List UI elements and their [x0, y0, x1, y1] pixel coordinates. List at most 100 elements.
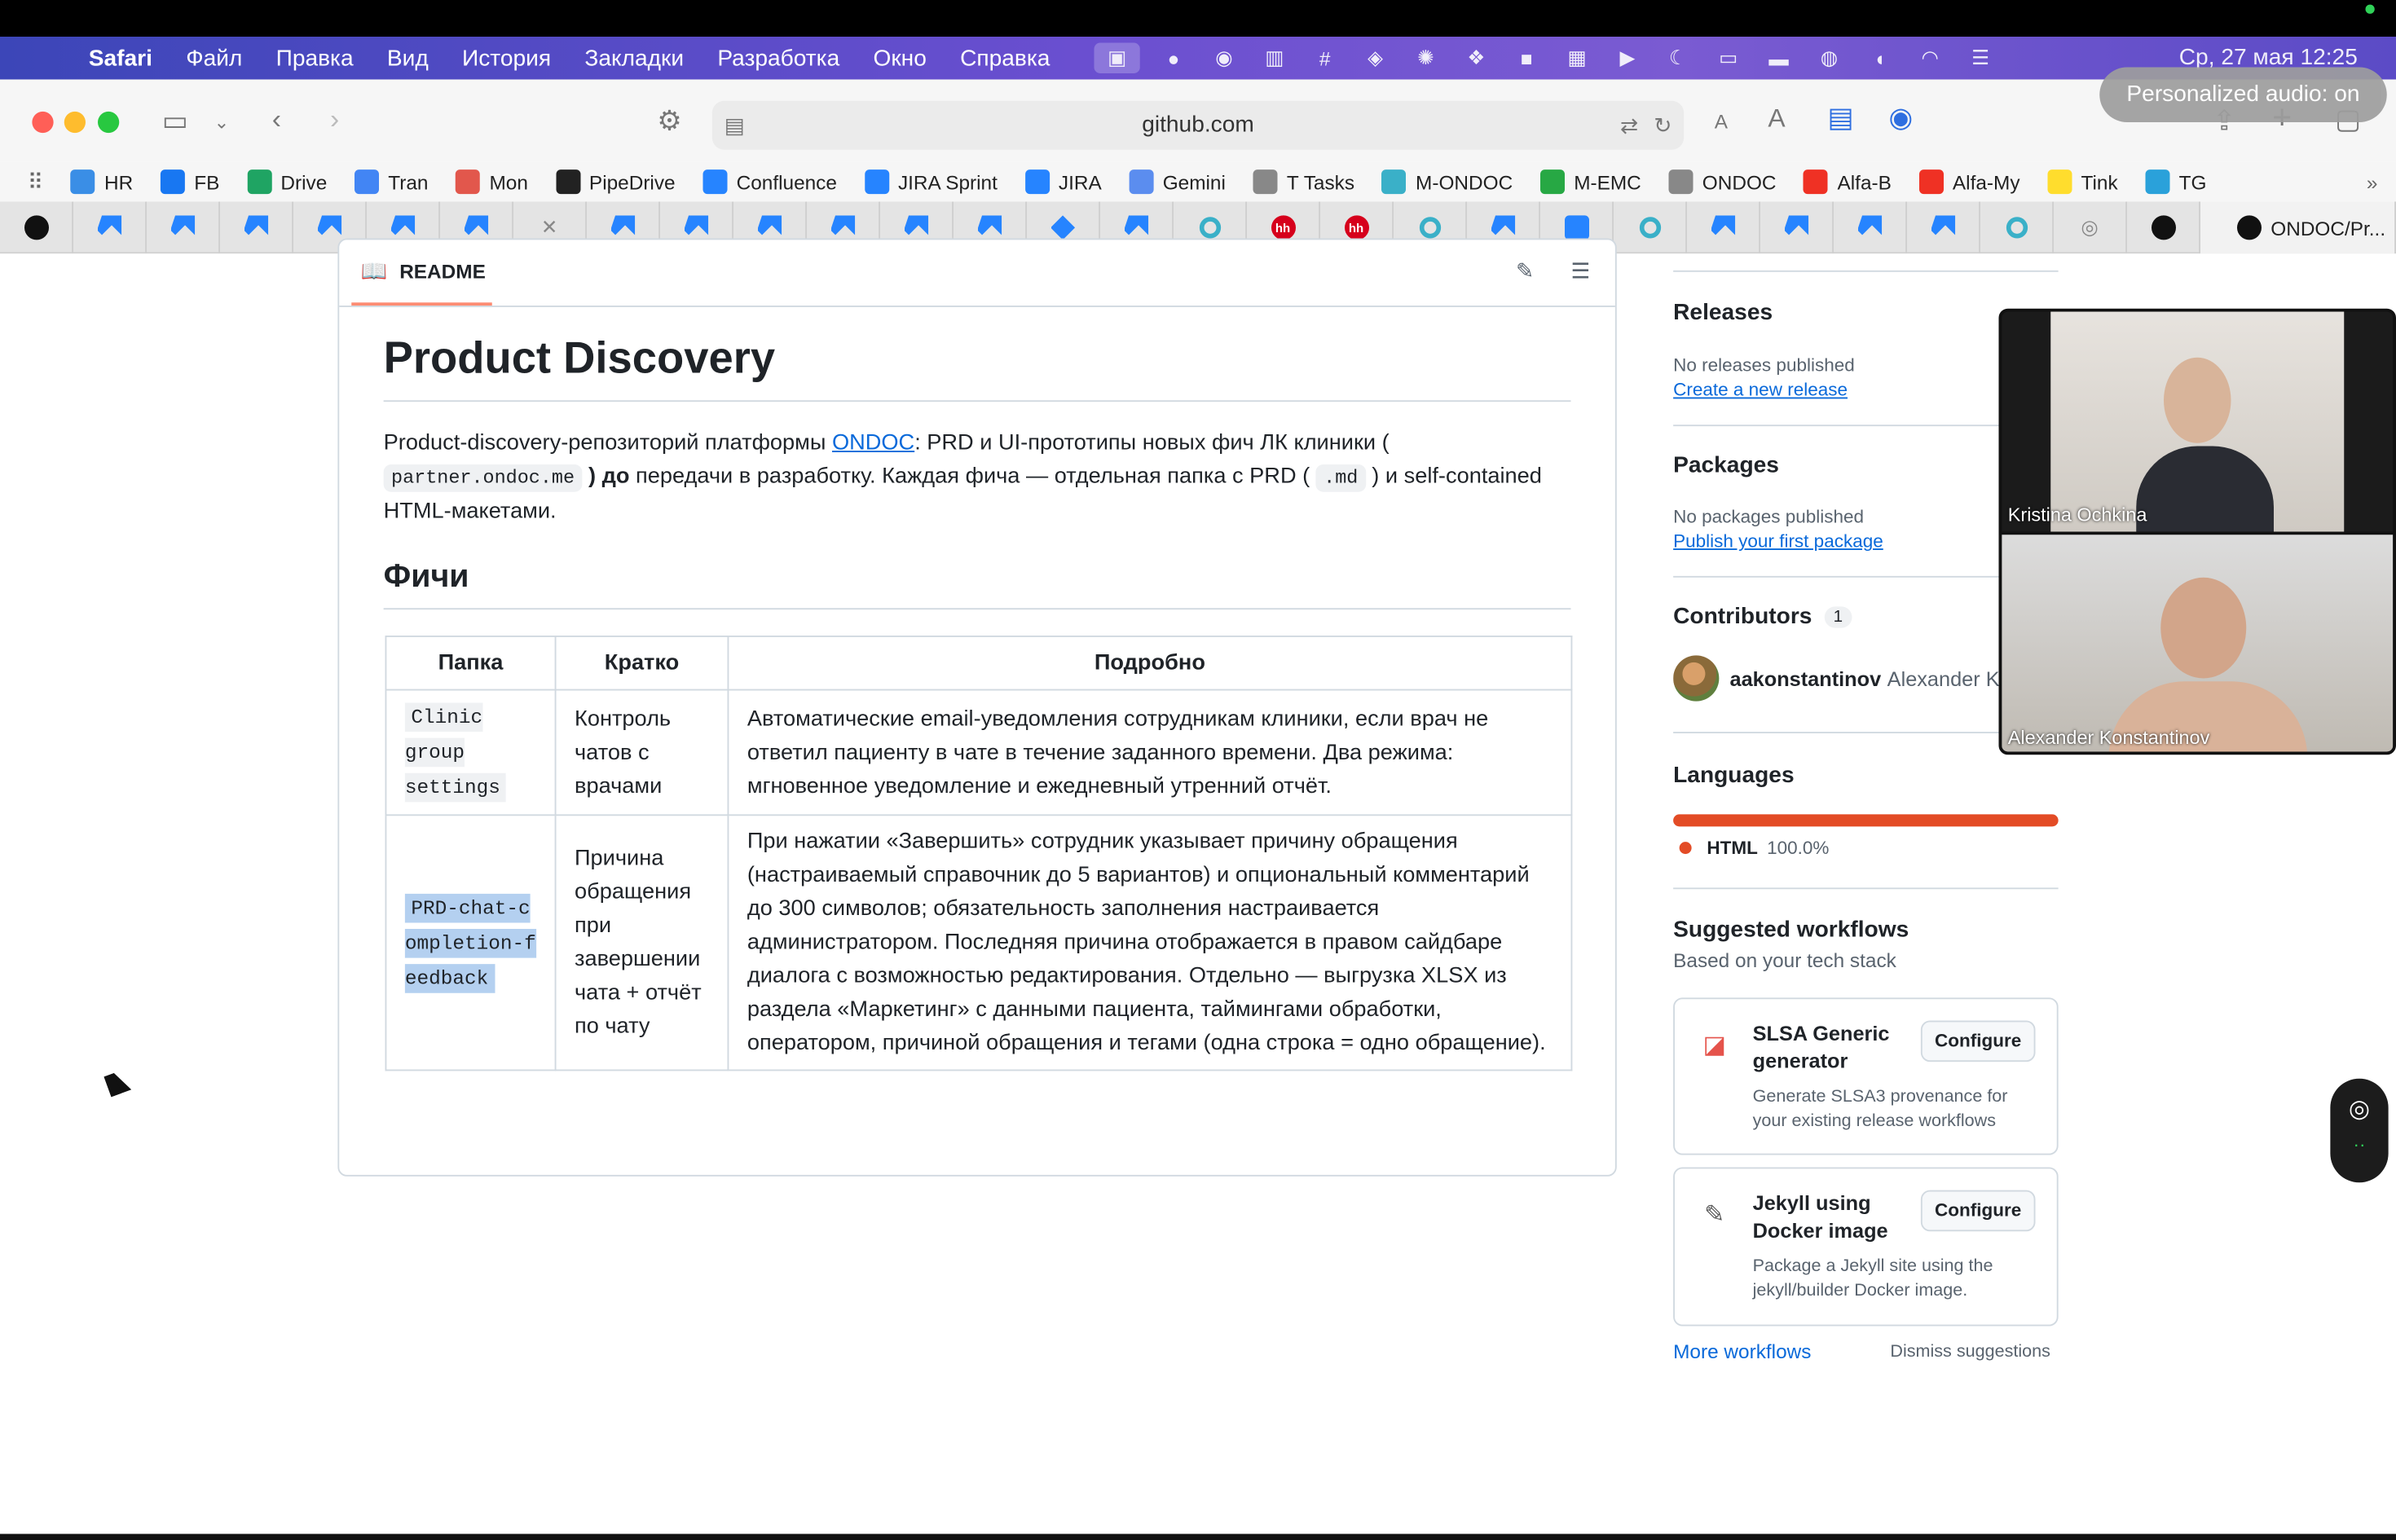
keyboard-layout-icon[interactable]: ▭ [1711, 43, 1745, 74]
browser-tab[interactable] [1687, 201, 1760, 254]
stats-icon[interactable]: ▥ [1257, 43, 1291, 74]
apps-grid-icon[interactable]: ⠿ [28, 169, 43, 195]
lock-icon[interactable]: ◉ [1207, 43, 1240, 74]
contributors-title[interactable]: Contributors [1673, 604, 1812, 630]
participant-tile[interactable]: Kristina Ochkina [2002, 311, 2394, 532]
bookmark-fb[interactable]: FB [160, 169, 219, 195]
browser-tab[interactable] [1980, 201, 2054, 254]
assistant-icon[interactable]: ◎ [2330, 1094, 2388, 1125]
bookmark-gemini[interactable]: Gemini [1129, 169, 1226, 195]
browser-tab[interactable] [1760, 201, 1834, 254]
chevron-down-icon[interactable]: ⌄ [214, 107, 230, 138]
contributor-row[interactable]: aakonstantinov Alexander Ko [1673, 654, 2000, 703]
extension-icon[interactable]: ▤ [1828, 103, 1854, 134]
openai-icon[interactable]: ✺ [1409, 43, 1442, 74]
record-icon[interactable]: ■ [1510, 43, 1544, 74]
bookmark-tran[interactable]: Tran [355, 169, 428, 195]
bookmark-m-ondoc[interactable]: M-ONDOC [1381, 169, 1513, 195]
menu-window[interactable]: Окно [873, 45, 926, 71]
settings-gear-icon[interactable]: ⚙ [657, 105, 681, 136]
browser-tab[interactable] [1834, 201, 1907, 254]
dismiss-suggestions-link[interactable]: Dismiss suggestions [1890, 1343, 2050, 1362]
avatar[interactable] [1673, 655, 1720, 702]
releases-title[interactable]: Releases [1673, 300, 1773, 326]
menu-develop[interactable]: Разработка [717, 45, 839, 71]
bookmark-confluence[interactable]: Confluence [703, 169, 837, 195]
moon-icon[interactable]: ☾ [1661, 43, 1694, 74]
menu-file[interactable]: Файл [186, 45, 242, 71]
bookmark-jira[interactable]: JIRA [1024, 169, 1102, 195]
text-smaller-icon[interactable]: A [1715, 107, 1728, 138]
menu-edit[interactable]: Правка [276, 45, 354, 71]
bookmark-drive[interactable]: Drive [247, 169, 327, 195]
bookmark-m-emc[interactable]: M-EMC [1539, 169, 1641, 195]
bookmark-pipedrive[interactable]: PipeDrive [555, 169, 676, 195]
text-larger-icon[interactable]: A [1768, 104, 1785, 135]
more-workflows-link[interactable]: More workflows [1673, 1340, 1811, 1362]
browser-tab[interactable] [147, 201, 220, 254]
menu-bookmarks[interactable]: Закладки [584, 45, 684, 71]
zoom-window-icon[interactable] [98, 111, 120, 134]
bookmark-ondoc[interactable]: ONDOC [1668, 169, 1777, 195]
browser-tab[interactable]: ◎ [2054, 201, 2127, 254]
close-window-icon[interactable] [32, 111, 54, 134]
menu-history[interactable]: История [462, 45, 551, 71]
bookmark-alfa-my[interactable]: Alfa-My [1918, 169, 2020, 195]
browser-tab[interactable] [73, 201, 147, 254]
browser-tab[interactable] [220, 201, 293, 254]
play-icon[interactable]: ▶ [1610, 43, 1644, 74]
menu-clock[interactable]: Ср, 27 мая 12:25 [2179, 44, 2358, 70]
readme-tab[interactable]: 📖 README [361, 258, 486, 284]
page-menu-icon[interactable]: ▤ [725, 110, 745, 141]
menu-view[interactable]: Вид [387, 45, 429, 71]
wifi-icon[interactable]: ◠ [1914, 43, 1947, 74]
bookmark-alfa-b[interactable]: Alfa-B [1804, 169, 1892, 195]
reload-icon[interactable]: ↻ [1654, 110, 1671, 141]
translate-icon[interactable]: ⇄ [1620, 110, 1638, 141]
user-icon[interactable]: ◍ [1812, 43, 1846, 74]
bookmark-tink[interactable]: Tink [2047, 169, 2118, 195]
screen-share-icon[interactable]: ▣ [1094, 42, 1140, 73]
publish-package-link[interactable]: Publish your first package [1673, 530, 1883, 552]
menu-help[interactable]: Справка [960, 45, 1050, 71]
control-center-icon[interactable]: ☰ [1963, 43, 1997, 74]
bookmark-hr[interactable]: HR [70, 169, 133, 195]
workflow-title[interactable]: SLSA Generic generator [1753, 1021, 1921, 1076]
bookmark-jira-sprint[interactable]: JIRA Sprint [864, 169, 998, 195]
browser-tab[interactable] [1614, 201, 1687, 254]
workflow-title[interactable]: Jekyll using Docker image [1753, 1190, 1921, 1246]
contributor-login[interactable]: aakonstantinov [1730, 667, 1882, 689]
back-icon[interactable]: ‹ [272, 104, 281, 135]
address-bar[interactable]: ▤ github.com ⇄ ↻ [711, 100, 1685, 150]
calendar-icon[interactable]: ▦ [1560, 43, 1593, 74]
edit-pencil-icon[interactable]: ✎ [1516, 258, 1534, 284]
active-tab[interactable]: ONDOC/Pr... [2200, 201, 2396, 254]
hash-icon[interactable]: # [1308, 43, 1341, 74]
bookmarks-overflow-icon[interactable]: » [2367, 170, 2378, 193]
bookmark-mon[interactable]: Mon [456, 169, 528, 195]
bookmark-t-tasks[interactable]: T Tasks [1253, 169, 1354, 195]
packages-title[interactable]: Packages [1673, 452, 1779, 478]
volume-icon[interactable]: ◖ [1863, 43, 1896, 74]
participant-tile[interactable]: Alexander Konstantinov [2002, 535, 2394, 752]
create-release-link[interactable]: Create a new release [1673, 379, 1848, 400]
video-call-overlay[interactable]: Kristina Ochkina Alexander Konstantinov [1998, 308, 2396, 755]
chat-icon[interactable]: ● [1156, 43, 1190, 74]
forward-icon[interactable]: › [330, 104, 339, 135]
minimize-window-icon[interactable] [64, 111, 86, 134]
outline-list-icon[interactable]: ☰ [1571, 258, 1591, 284]
sidebar-toggle-icon[interactable]: ▭ [162, 105, 188, 136]
language-item[interactable]: HTML 100.0% [1673, 838, 1829, 859]
configure-button[interactable]: Configure [1920, 1020, 2036, 1063]
browser-tab[interactable] [0, 201, 73, 254]
bookmark-tg[interactable]: TG [2145, 169, 2207, 195]
dropbox-icon[interactable]: ❖ [1460, 43, 1493, 74]
ondoc-link[interactable]: ONDOC [832, 431, 914, 455]
floating-assistant-widget[interactable]: ◎ ·· [2330, 1078, 2389, 1183]
menu-app-name[interactable]: Safari [89, 45, 152, 71]
password-extension-icon[interactable]: ◉ [1889, 103, 1913, 134]
layers-icon[interactable]: ◈ [1359, 43, 1392, 74]
battery-icon[interactable]: ▬ [1762, 43, 1795, 74]
browser-tab[interactable] [1907, 201, 1980, 254]
browser-tab[interactable] [2127, 201, 2200, 254]
